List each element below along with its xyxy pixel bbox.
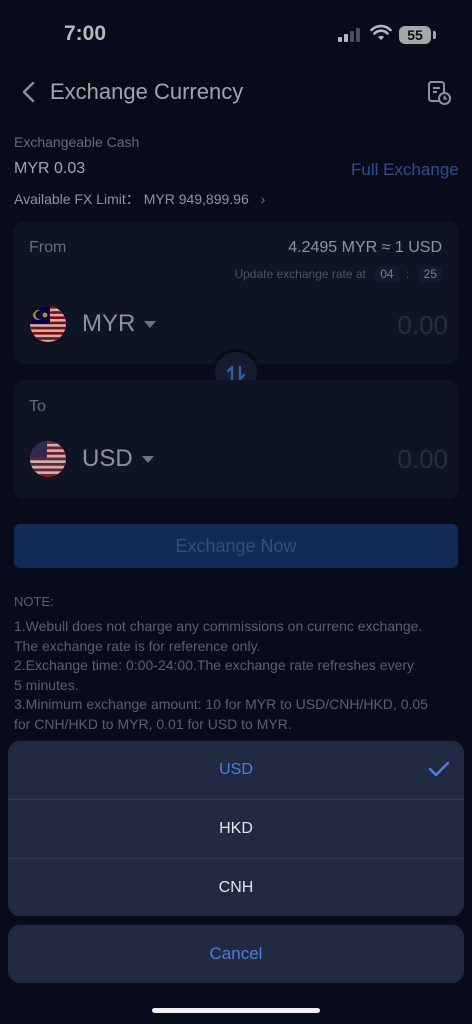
option-label: USD: [219, 761, 253, 778]
currency-option-hkd[interactable]: HKD: [8, 800, 464, 858]
cancel-button[interactable]: Cancel: [8, 925, 464, 983]
currency-option-cnh[interactable]: CNH: [8, 859, 464, 916]
currency-picker-sheet: USD HKD CNH: [8, 741, 464, 916]
currency-option-usd[interactable]: USD: [8, 741, 464, 799]
option-label: CNH: [218, 879, 254, 896]
home-indicator[interactable]: [152, 1008, 320, 1013]
checkmark-icon: [428, 761, 450, 777]
option-label: HKD: [219, 820, 253, 837]
